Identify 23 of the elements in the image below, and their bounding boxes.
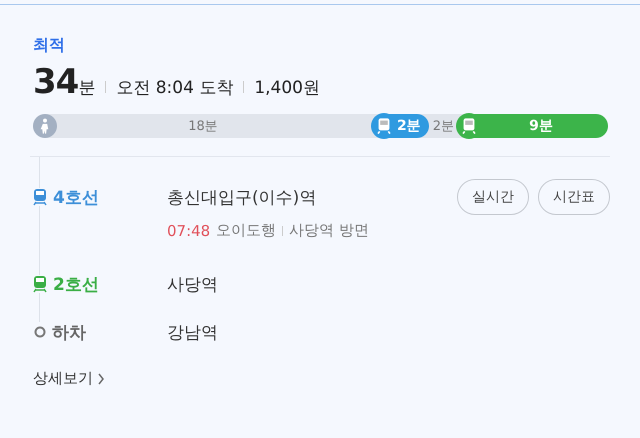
subway-line: 4호선 — [53, 186, 99, 208]
station-name: 사당역 — [167, 274, 218, 296]
ride-time-label: 9분 — [528, 117, 554, 135]
optimal-label: 최적 — [33, 35, 66, 56]
arrival-time: 오전 8:04 도착 — [116, 77, 234, 99]
station-name: 강남역 — [167, 322, 218, 344]
circle-icon — [34, 326, 46, 338]
ride-time-label: 2분 — [396, 117, 421, 135]
subway-line: 2호선 — [53, 274, 99, 296]
alight-label: 하차 — [52, 322, 86, 344]
walk-time-label: 18분 — [188, 118, 218, 135]
walking-person-icon — [33, 114, 57, 138]
walk-time-label: 2분 — [432, 118, 454, 135]
schedule-button[interactable]: 실시간 — [457, 179, 529, 215]
direction: 사당역 방면 — [289, 221, 370, 240]
duration: 34분 — [33, 62, 96, 102]
details-link[interactable]: 상세보기 — [33, 369, 105, 388]
station-name: 총신대입구(이수)역 — [167, 186, 316, 208]
chevron-right-icon — [97, 372, 105, 384]
departure-time: 07:48 — [167, 222, 210, 240]
train-destination: 오이도행 — [216, 221, 276, 240]
fare: 1,400원 — [254, 77, 320, 99]
schedule-button[interactable]: 시간표 — [538, 179, 610, 215]
